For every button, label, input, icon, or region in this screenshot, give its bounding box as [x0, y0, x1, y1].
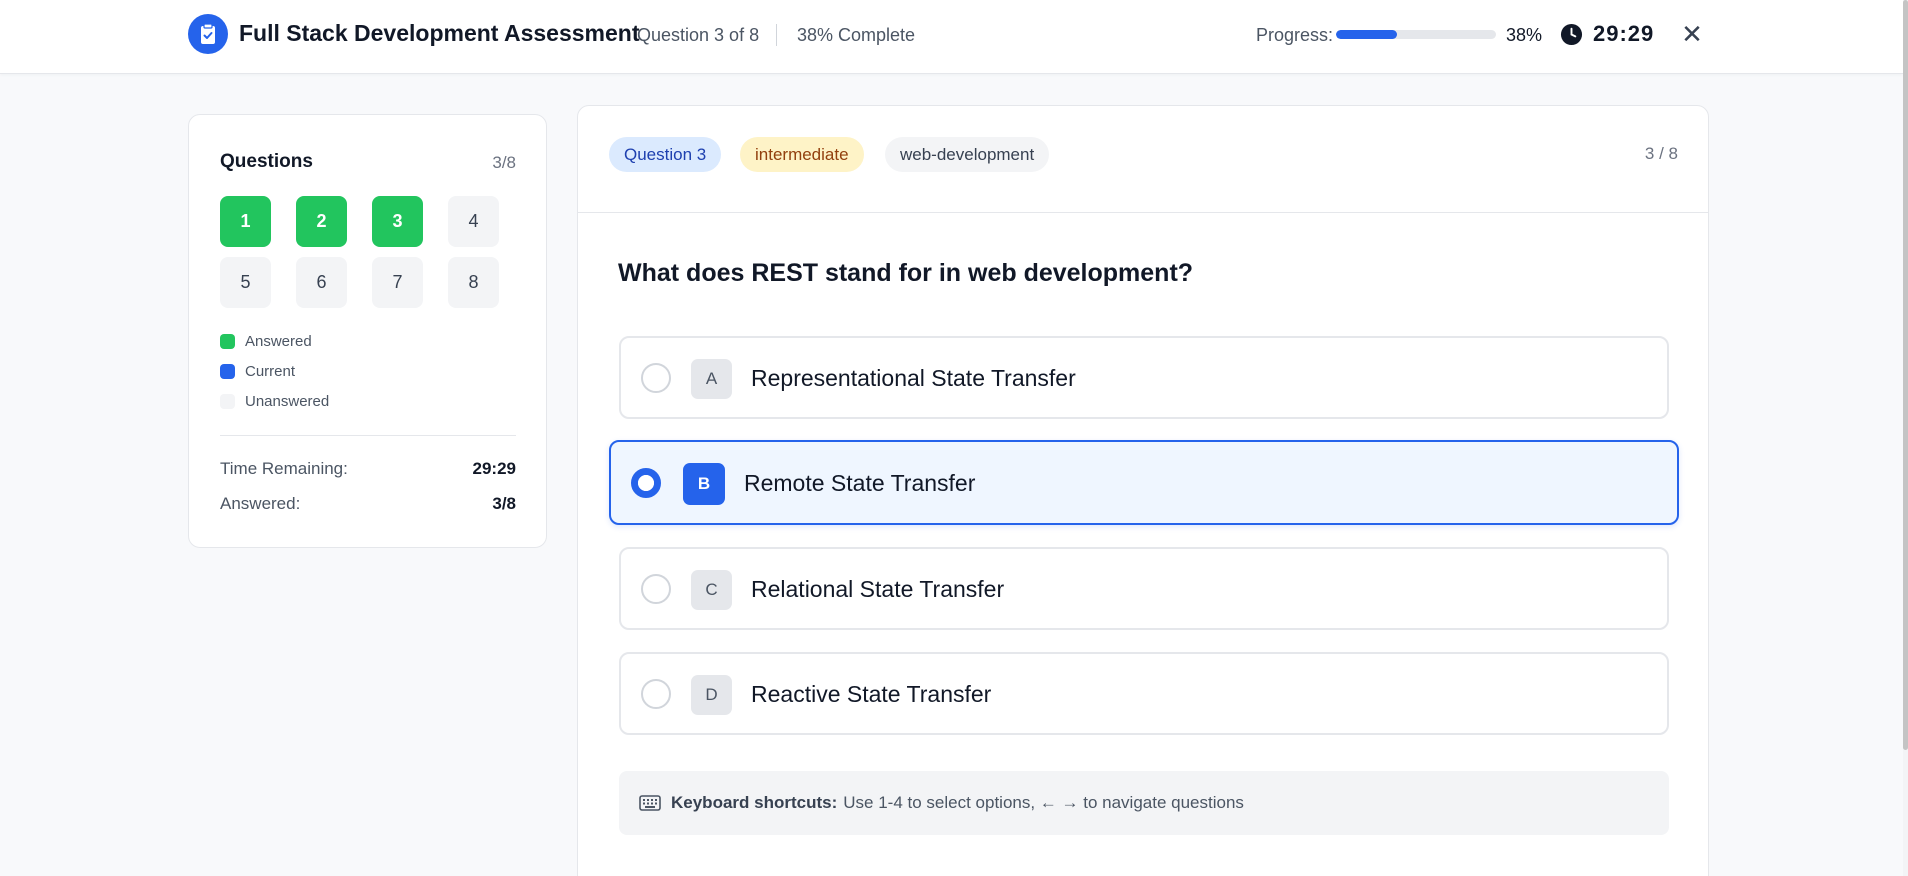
keyboard-shortcuts-hint: Keyboard shortcuts: Use 1-4 to select op… — [619, 771, 1669, 835]
scrollbar-thumb[interactable] — [1903, 0, 1908, 750]
question-nav-button[interactable]: 3 — [372, 196, 423, 247]
legend-label: Current — [245, 362, 296, 380]
answered-value: 3/8 — [492, 494, 516, 513]
question-nav-button[interactable]: 1 — [220, 196, 271, 247]
time-remaining-row: Time Remaining: 29:29 — [220, 459, 516, 479]
question-counter: Question 3 of 8 — [637, 25, 760, 45]
legend-item: Answered — [220, 326, 329, 356]
answered-label: Answered: — [220, 494, 301, 513]
shortcuts-text: Use 1-4 to select options, ← → to naviga… — [843, 793, 1244, 812]
legend-item: Unanswered — [220, 386, 329, 416]
radio-button[interactable] — [641, 363, 671, 393]
option-text: Reactive State Transfer — [751, 681, 992, 707]
radio-button[interactable] — [641, 679, 671, 709]
progress-bar-fill — [1336, 30, 1397, 39]
page-scrollbar[interactable] — [1903, 0, 1908, 876]
progress-bar — [1336, 30, 1496, 39]
legend-label: Unanswered — [245, 392, 330, 410]
answer-option-a[interactable]: A Representational State Transfer — [619, 336, 1669, 419]
question-nav-button[interactable]: 7 — [372, 257, 423, 308]
time-remaining-value: 29:29 — [472, 459, 516, 478]
question-position: 3 / 8 — [1644, 144, 1678, 163]
radio-button[interactable] — [631, 468, 661, 498]
legend-swatch — [220, 333, 235, 349]
time-remaining-label: Time Remaining: — [220, 459, 348, 478]
radio-button[interactable] — [641, 574, 671, 604]
shortcuts-label: Keyboard shortcuts: — [671, 793, 838, 812]
keyboard-icon — [639, 795, 661, 811]
question-nav-button[interactable]: 4 — [448, 196, 499, 247]
difficulty-badge: intermediate — [740, 137, 864, 172]
answer-option-d[interactable]: D Reactive State Transfer — [619, 652, 1669, 735]
question-navigator: Questions 3/8 1234 5678 Answered Current Un… — [188, 114, 547, 548]
close-icon[interactable]: ✕ — [1680, 20, 1704, 48]
category-badge: web-development — [885, 137, 1050, 172]
clipboard-check-icon — [188, 14, 228, 54]
countdown-timer: 29:29 — [1593, 21, 1655, 46]
option-letter-badge: D — [691, 675, 732, 715]
option-text: Remote State Transfer — [744, 470, 976, 496]
legend-swatch — [220, 393, 235, 409]
assessment-title: Full Stack Development Assessment — [239, 20, 640, 46]
legend-swatch — [220, 363, 235, 379]
question-nav-button[interactable]: 6 — [296, 257, 347, 308]
option-letter-badge: B — [683, 463, 725, 505]
option-text: Relational State Transfer — [751, 576, 1005, 602]
option-letter-badge: A — [691, 359, 732, 399]
answer-option-c[interactable]: C Relational State Transfer — [619, 547, 1669, 630]
option-letter-badge: C — [691, 570, 732, 610]
status-legend: Answered Current Unanswered — [220, 326, 329, 416]
question-grid: 1234 5678 — [220, 196, 520, 308]
answered-row: Answered: 3/8 — [220, 494, 516, 514]
header-divider — [776, 24, 777, 46]
sidebar-divider — [220, 435, 516, 436]
question-nav-button[interactable]: 2 — [296, 196, 347, 247]
progress-label: Progress: — [1256, 25, 1334, 45]
navigator-count: 3/8 — [492, 153, 516, 172]
completion-status: 38% Complete — [797, 25, 916, 45]
question-card-header: Question 3 intermediate web-development … — [578, 106, 1708, 213]
option-text: Representational State Transfer — [751, 365, 1076, 391]
question-card: Question 3 intermediate web-development … — [577, 105, 1709, 876]
answer-option-b[interactable]: B Remote State Transfer — [609, 440, 1679, 525]
progress-percent: 38% — [1506, 25, 1543, 45]
clock-icon — [1560, 23, 1583, 46]
question-nav-button[interactable]: 5 — [220, 257, 271, 308]
navigator-title: Questions — [220, 151, 313, 172]
legend-item: Current — [220, 356, 329, 386]
question-number-badge: Question 3 — [609, 137, 722, 172]
question-text: What does REST stand for in web developm… — [618, 259, 1194, 287]
header-bar: Full Stack Development Assessment Questi… — [0, 0, 1903, 74]
question-nav-button[interactable]: 8 — [448, 257, 499, 308]
legend-label: Answered — [245, 332, 312, 350]
